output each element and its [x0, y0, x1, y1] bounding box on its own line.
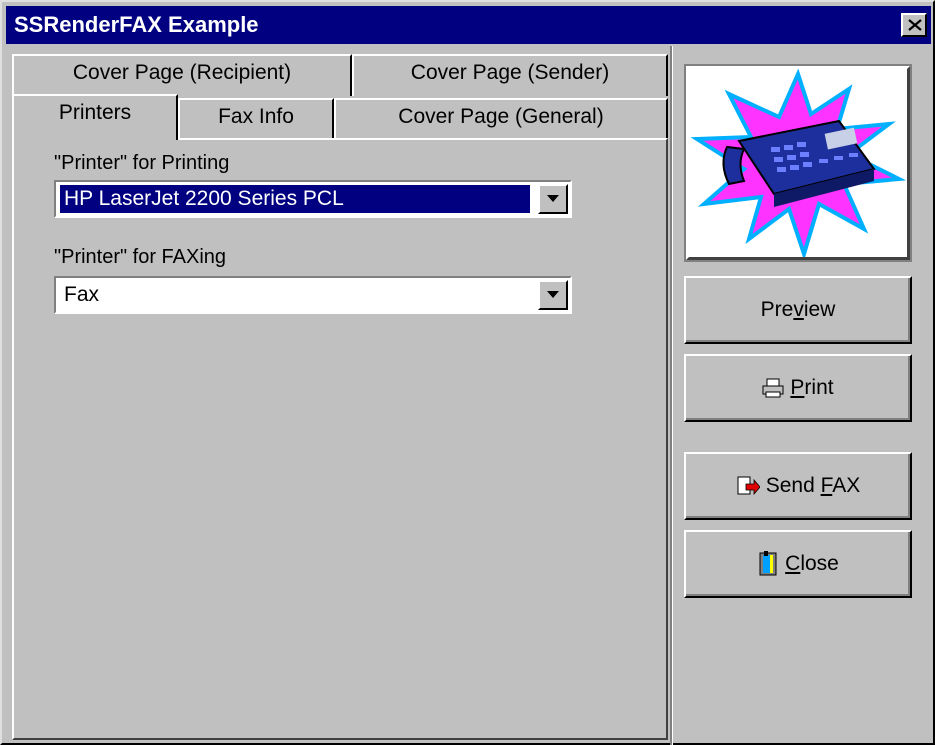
printing-printer-label: "Printer" for Printing — [54, 152, 230, 174]
dropdown-button[interactable] — [538, 184, 568, 214]
dropdown-arrow-icon — [547, 291, 559, 298]
tab-printers[interactable]: Printers — [12, 94, 178, 140]
close-window-button[interactable] — [901, 13, 927, 37]
send-fax-label: Send FAX — [765, 474, 861, 497]
close-x-icon — [908, 19, 922, 31]
printer-icon — [762, 378, 784, 398]
fax-machine-image — [684, 64, 912, 262]
door-exit-icon — [757, 551, 779, 577]
tab-cover-page-recipient[interactable]: Cover Page (Recipient) — [12, 54, 352, 96]
tab-label: Cover Page (General) — [398, 105, 604, 128]
preview-button[interactable]: Preview — [684, 276, 912, 344]
printers-tab-panel: "Printer" for Printing HP LaserJet 2200 … — [12, 138, 668, 740]
window-title: SSRenderFAX Example — [14, 12, 259, 37]
faxing-printer-value: Fax — [64, 283, 100, 306]
tab-fax-info[interactable]: Fax Info — [178, 98, 334, 140]
tab-cover-page-sender[interactable]: Cover Page (Sender) — [352, 54, 668, 96]
close-button[interactable]: Close — [684, 530, 912, 598]
send-fax-button[interactable]: Send FAX — [684, 452, 912, 520]
tab-cover-page-general[interactable]: Cover Page (General) — [334, 98, 668, 140]
tab-label: Printers — [58, 101, 132, 124]
app-window: SSRenderFAX Example Cover Page (Recipien… — [0, 0, 935, 745]
panel-divider — [670, 46, 673, 745]
tab-label: Cover Page (Sender) — [410, 61, 610, 84]
tab-label: Fax Info — [218, 105, 294, 128]
faxing-printer-label: "Printer" for FAXing — [54, 246, 227, 268]
print-label: Print — [790, 376, 834, 399]
dropdown-button[interactable] — [538, 280, 568, 310]
close-label: Close — [785, 552, 839, 575]
printing-printer-value: HP LaserJet 2200 Series PCL — [60, 185, 530, 213]
title-bar[interactable]: SSRenderFAX Example — [6, 6, 931, 44]
tab-label: Cover Page (Recipient) — [72, 61, 292, 84]
preview-label: Preview — [760, 298, 836, 321]
faxing-printer-select[interactable]: Fax — [54, 276, 572, 314]
send-fax-icon — [736, 476, 760, 496]
dropdown-arrow-icon — [547, 195, 559, 202]
printing-printer-select[interactable]: HP LaserJet 2200 Series PCL — [54, 180, 572, 218]
print-button[interactable]: Print — [684, 354, 912, 422]
